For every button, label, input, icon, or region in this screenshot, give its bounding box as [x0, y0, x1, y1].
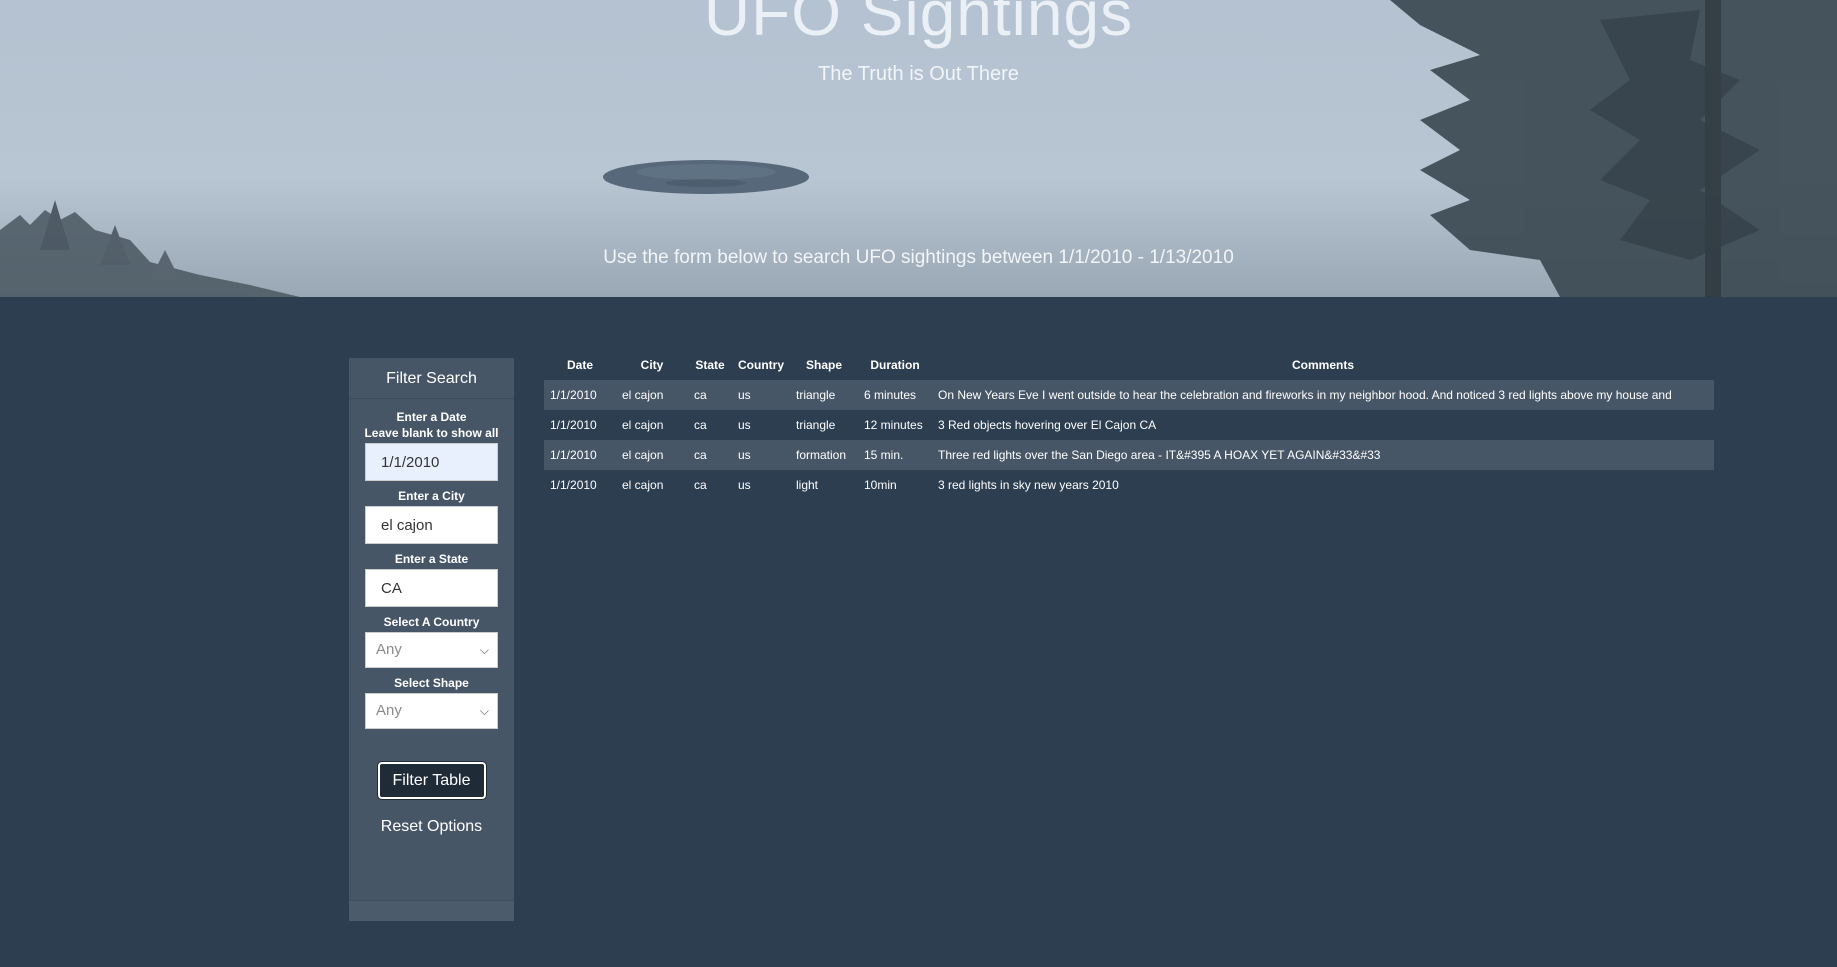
cell-country: us [738, 388, 751, 402]
cell-state: ca [694, 388, 707, 402]
state-label: Enter a State [394, 552, 469, 566]
page-title: UFO Sightings [703, 0, 1134, 49]
city-label: Enter a City [398, 489, 465, 503]
table-row: 1/1/2010 el cajon ca us triangle 12 minu… [544, 410, 1714, 440]
cell-duration: 12 minutes [864, 418, 923, 432]
filter-sidebar: Filter Search Enter a Date Leave blank t… [349, 358, 514, 921]
date-label: Enter a Date [396, 410, 467, 424]
hero-banner: UFO Sightings The Truth is Out There Use… [0, 0, 1837, 297]
page-subtitle: The Truth is Out There [818, 63, 1019, 85]
cell-date: 1/1/2010 [550, 388, 597, 402]
sidebar-footer [349, 900, 514, 921]
column-header-city: City [640, 357, 664, 372]
table-row: 1/1/2010 el cajon ca us triangle 6 minut… [544, 380, 1714, 410]
cell-country: us [738, 448, 751, 462]
state-input[interactable] [365, 569, 498, 607]
shape-filter-group: Select Shape Any ⌵ [349, 675, 514, 729]
cell-comments: Three red lights over the San Diego area… [938, 448, 1381, 462]
cell-shape: formation [796, 448, 847, 462]
sightings-table: Date City State Country Shape Duration C… [544, 349, 1714, 500]
date-filter-group: Enter a Date Leave blank to show all [349, 409, 514, 481]
cell-date: 1/1/2010 [550, 448, 597, 462]
cell-comments: 3 red lights in sky new years 2010 [938, 478, 1119, 492]
cell-duration: 10min [864, 478, 897, 492]
cell-city: el cajon [622, 418, 664, 432]
cell-duration: 6 minutes [864, 388, 917, 402]
shape-label: Select Shape [394, 676, 469, 690]
column-header-shape: Shape [805, 357, 842, 372]
date-hint: Leave blank to show all [364, 426, 499, 440]
cell-city: el cajon [622, 478, 664, 492]
country-label: Select A Country [383, 615, 480, 629]
cell-state: ca [694, 448, 707, 462]
cell-country: us [738, 418, 751, 432]
cell-shape: triangle [796, 418, 836, 432]
cell-city: el cajon [622, 388, 664, 402]
cell-duration: 15 min. [864, 448, 904, 462]
country-selected-value: Any [376, 641, 402, 658]
chevron-down-icon: ⌵ [479, 643, 489, 657]
column-header-duration: Duration [870, 357, 920, 372]
reset-options-link[interactable]: Reset Options [349, 818, 514, 836]
ufo-graphic [603, 160, 809, 194]
chevron-down-icon: ⌵ [479, 704, 489, 718]
cell-country: us [738, 478, 751, 492]
shape-select[interactable]: Any ⌵ [365, 693, 498, 729]
date-input[interactable] [365, 443, 498, 481]
table-header-row: Date City State Country Shape Duration C… [544, 349, 1714, 380]
city-input[interactable] [365, 506, 498, 544]
cell-date: 1/1/2010 [550, 478, 597, 492]
cell-city: el cajon [622, 448, 664, 462]
cell-state: ca [694, 478, 707, 492]
cell-shape: light [796, 478, 819, 492]
search-instructions: Use the form below to search UFO sightin… [603, 247, 1234, 268]
cell-comments: On New Years Eve I went outside to hear … [938, 388, 1672, 402]
shape-selected-value: Any [376, 702, 402, 719]
city-filter-group: Enter a City [349, 488, 514, 544]
column-header-comments: Comments [1291, 357, 1354, 372]
cell-shape: triangle [796, 388, 836, 402]
column-header-state: State [695, 357, 725, 372]
table-row: 1/1/2010 el cajon ca us light 10min 3 re… [544, 470, 1714, 500]
column-header-country: Country [738, 357, 784, 372]
cell-state: ca [694, 418, 707, 432]
country-filter-group: Select A Country Any ⌵ [349, 614, 514, 668]
table-row: 1/1/2010 el cajon ca us formation 15 min… [544, 440, 1714, 470]
cell-date: 1/1/2010 [550, 418, 597, 432]
state-filter-group: Enter a State [349, 551, 514, 607]
country-select[interactable]: Any ⌵ [365, 632, 498, 668]
cell-comments: 3 Red objects hovering over El Cajon CA [938, 418, 1157, 432]
filter-search-heading: Filter Search [349, 358, 514, 399]
column-header-date: Date [566, 357, 593, 372]
filter-table-button[interactable]: Filter Table [377, 762, 486, 799]
